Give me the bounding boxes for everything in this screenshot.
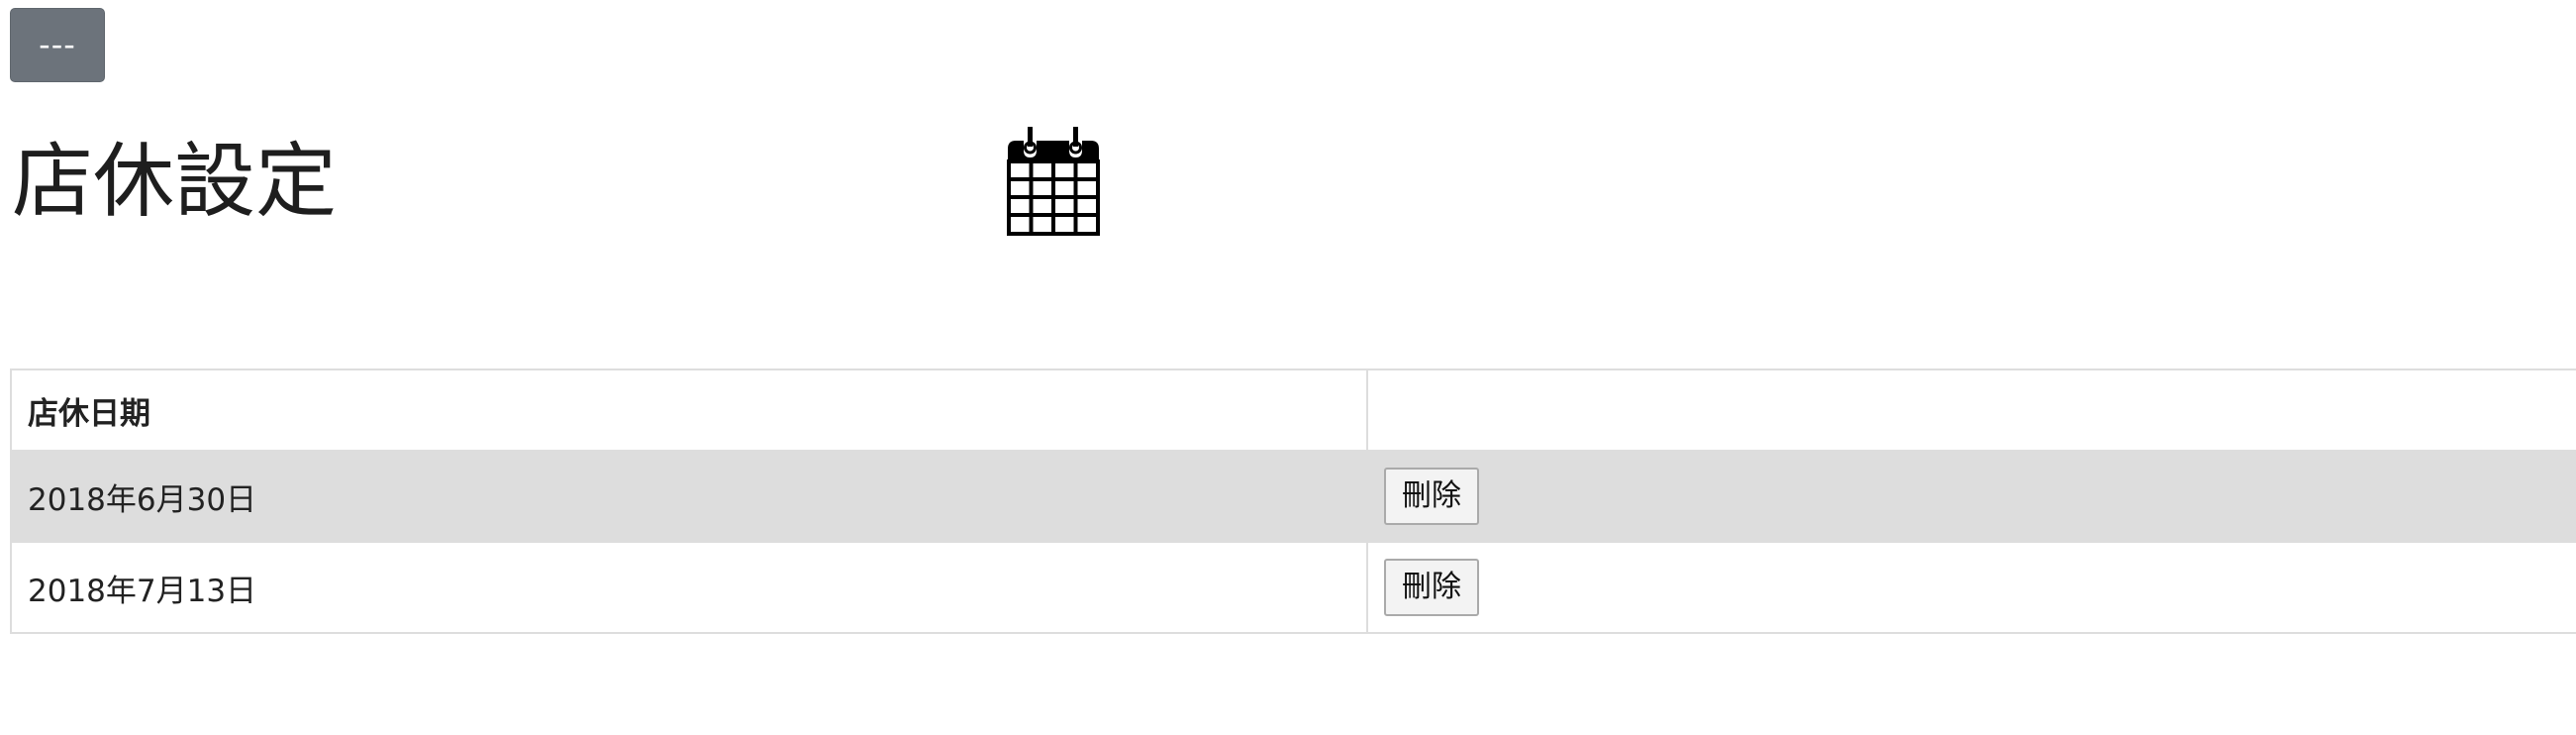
holiday-date: 2018年7月13日 [10, 541, 1368, 634]
delete-button[interactable]: 刪除 [1384, 468, 1479, 525]
holiday-table: 店休日期 2018年6月30日 刪除 2018年7月13日 刪除 [10, 368, 2576, 634]
table-row: 2018年7月13日 刪除 [10, 541, 2576, 634]
table-header-row: 店休日期 [10, 368, 2576, 452]
page-title: 店休設定 [12, 135, 338, 229]
action-cell: 刪除 [1367, 450, 2576, 543]
table-row: 2018年6月30日 刪除 [10, 450, 2576, 543]
holiday-date: 2018年6月30日 [10, 450, 1368, 543]
column-header-date: 店休日期 [10, 368, 1368, 452]
calendar-icon[interactable] [1006, 127, 1101, 236]
action-cell: 刪除 [1367, 541, 2576, 634]
delete-button[interactable]: 刪除 [1384, 559, 1479, 616]
menu-button[interactable]: --- [10, 8, 105, 82]
column-header-action [1367, 368, 2576, 452]
